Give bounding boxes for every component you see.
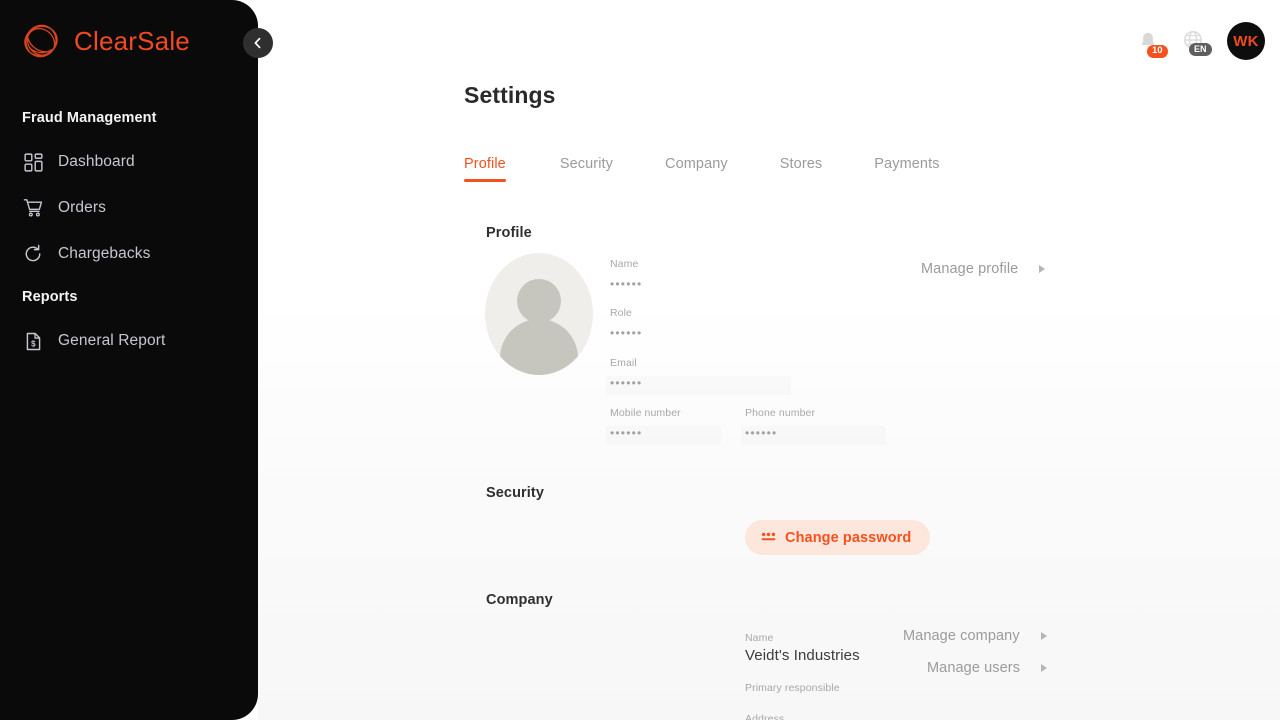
manage-users-link[interactable]: Manage users [927, 660, 1047, 676]
refresh-rotate-icon [22, 243, 44, 265]
section-title-company: Company [486, 592, 553, 608]
field-company-name-value: Veidt's Industries [745, 647, 860, 664]
svg-text:$: $ [31, 339, 36, 348]
settings-tabs: Profile Security Company Stores Payments [464, 156, 940, 182]
field-name-value: •••••• [610, 277, 642, 291]
user-avatar[interactable]: WK [1227, 22, 1265, 60]
sidebar: ClearSale Fraud Management Dashboard [0, 0, 258, 720]
change-password-button[interactable]: Change password [745, 520, 930, 555]
document-dollar-icon: $ [22, 330, 44, 352]
profile-photo[interactable] [485, 253, 593, 375]
sidebar-item-dashboard[interactable]: Dashboard [22, 148, 237, 176]
field-phone-number[interactable]: Phone number •••••• [745, 407, 815, 440]
field-role-label: Role [610, 307, 642, 319]
brand-logo[interactable]: ClearSale [18, 18, 190, 64]
manage-users-label: Manage users [927, 660, 1020, 676]
field-mobile-value: •••••• [610, 426, 681, 440]
manage-profile-label: Manage profile [921, 261, 1018, 277]
field-role-value: •••••• [610, 326, 642, 340]
field-primary-responsible-label: Primary responsible [745, 682, 840, 694]
nav-group-fraud-management: Fraud Management [22, 110, 157, 126]
chevron-left-icon [252, 37, 264, 49]
brand-name: ClearSale [74, 26, 190, 57]
avatar-head [517, 279, 561, 323]
field-email-value: •••••• [610, 376, 642, 390]
field-role[interactable]: Role •••••• [610, 307, 642, 340]
field-email-label: Email [610, 357, 642, 369]
password-dots-icon [761, 531, 776, 544]
field-mobile-number[interactable]: Mobile number •••••• [610, 407, 681, 440]
language-button[interactable]: EN [1181, 29, 1205, 53]
language-code-badge: EN [1189, 43, 1212, 56]
manage-profile-link[interactable]: Manage profile [921, 261, 1045, 277]
sidebar-item-orders[interactable]: Orders [22, 194, 237, 222]
manage-company-link[interactable]: Manage company [903, 628, 1047, 644]
change-password-label: Change password [785, 530, 911, 546]
nav-group-reports: Reports [22, 289, 78, 305]
sidebar-collapse-button[interactable] [243, 28, 273, 58]
field-mobile-label: Mobile number [610, 407, 681, 419]
avatar-body [500, 319, 578, 375]
sidebar-item-general-report[interactable]: $ General Report [22, 327, 237, 355]
notifications-button[interactable]: 10 [1137, 30, 1159, 52]
notification-count-badge: 10 [1147, 45, 1168, 58]
sidebar-item-general-report-label: General Report [58, 332, 165, 350]
field-name[interactable]: Name •••••• [610, 258, 642, 291]
field-email[interactable]: Email •••••• [610, 357, 642, 390]
field-primary-responsible[interactable]: Primary responsible [745, 682, 840, 694]
sidebar-item-orders-label: Orders [58, 199, 106, 217]
person-placeholder-icon [485, 253, 593, 375]
app-root: 10 EN WK Settings Profile Security Compa… [0, 0, 1280, 720]
caret-right-icon [1039, 265, 1045, 273]
manage-company-label: Manage company [903, 628, 1020, 644]
field-name-label: Name [610, 258, 642, 270]
header-actions: 10 EN WK [1137, 22, 1265, 60]
field-address[interactable]: Address [745, 713, 784, 720]
field-company-name-label: Name [745, 632, 860, 644]
main-content: 10 EN WK Settings Profile Security Compa… [258, 0, 1280, 720]
tab-stores[interactable]: Stores [780, 156, 823, 182]
field-company-name[interactable]: Name Veidt's Industries [745, 632, 860, 664]
section-title-profile: Profile [486, 225, 532, 241]
field-phone-value: •••••• [745, 426, 815, 440]
sidebar-item-dashboard-label: Dashboard [58, 153, 135, 171]
tab-security[interactable]: Security [560, 156, 613, 182]
tab-payments[interactable]: Payments [874, 156, 939, 182]
clearsale-scribble-logo [18, 18, 64, 64]
sidebar-item-chargebacks[interactable]: Chargebacks [22, 240, 237, 268]
tab-company[interactable]: Company [665, 156, 728, 182]
caret-right-icon [1041, 664, 1047, 672]
tab-profile[interactable]: Profile [464, 156, 506, 182]
grid-dashboard-icon [22, 151, 44, 173]
field-phone-label: Phone number [745, 407, 815, 419]
sidebar-item-chargebacks-label: Chargebacks [58, 245, 150, 263]
page-title: Settings [464, 82, 556, 109]
field-address-label: Address [745, 713, 784, 720]
section-title-security: Security [486, 485, 544, 501]
caret-right-icon [1041, 632, 1047, 640]
shopping-cart-icon [22, 197, 44, 219]
